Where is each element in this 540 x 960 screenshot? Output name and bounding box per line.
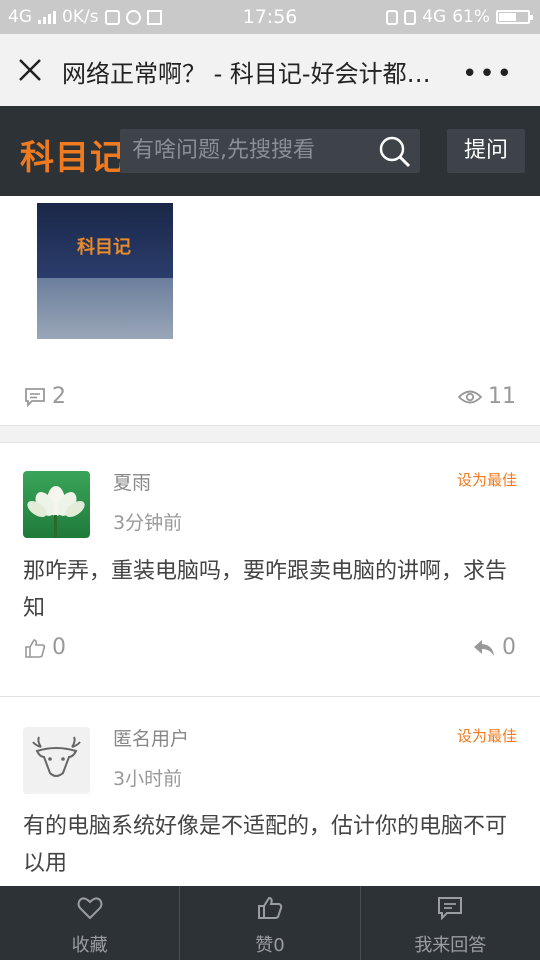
comment-count-value: 2 <box>52 384 66 409</box>
answer-text: 有的电脑系统好像是不适配的，估计你的电脑不可以用 <box>23 814 508 876</box>
reply-icon <box>474 639 494 656</box>
page-title: 网络正常啊？ - 科目记-好会计都… <box>62 60 431 88</box>
view-count-value: 11 <box>488 384 516 409</box>
answer-actions: 0 0 <box>0 635 540 665</box>
like-count: 0 <box>52 635 66 660</box>
network-type-right: 4G <box>422 7 447 27</box>
avatar[interactable] <box>23 471 90 538</box>
answer-username[interactable]: 匿名用户 <box>113 724 189 751</box>
comment-count[interactable]: 2 <box>24 384 66 409</box>
site-logo[interactable]: 科目记 <box>20 130 125 179</box>
deer-icon <box>32 736 81 777</box>
browser-title-bar: 网络正常啊？ - 科目记-好会计都… ••• <box>0 34 540 106</box>
avatar[interactable] <box>23 727 90 794</box>
battery-icon <box>496 10 533 24</box>
image-logo: 科目记 <box>77 237 131 258</box>
more-menu-button[interactable]: ••• <box>462 59 514 89</box>
view-count: 11 <box>458 384 516 409</box>
answer-time: 3分钟前 <box>113 512 183 534</box>
answer-item: 夏雨 3分钟前 设为最佳 那咋弄，重装电脑吗，要咋跟卖电脑的讲啊，求告知 0 0 <box>0 441 540 696</box>
answer-username[interactable]: 夏雨 <box>113 468 151 495</box>
favorite-button[interactable]: 收藏 <box>0 886 181 960</box>
search-icon[interactable] <box>378 135 412 169</box>
like-question-button[interactable]: 赞0 <box>180 886 361 960</box>
ask-question-button[interactable]: 提问 <box>447 129 525 173</box>
favorite-label: 收藏 <box>71 935 108 956</box>
question-image[interactable]: 科目记 <box>37 203 173 339</box>
search-box[interactable] <box>120 129 420 173</box>
close-icon[interactable] <box>16 56 44 84</box>
thumbs-up-icon <box>257 896 283 919</box>
lock-icon <box>386 9 399 25</box>
thumbs-up-icon <box>25 638 46 658</box>
answer-label: 我来回答 <box>414 935 487 956</box>
status-right: 4G 61% <box>386 7 533 27</box>
alarm-icon <box>404 9 417 25</box>
image-screen-bottom <box>37 278 173 339</box>
comment-icon <box>25 387 45 407</box>
status-bar: 4G 0K/s 17:56 4G 61% <box>0 0 540 34</box>
eye-icon <box>458 390 482 403</box>
like-button[interactable]: 0 <box>24 635 66 660</box>
reply-count: 0 <box>502 635 516 660</box>
comment-icon <box>438 897 463 920</box>
site-header: 科目记 提问 <box>0 106 540 196</box>
question-stats: 2 11 <box>0 382 540 414</box>
answer-text: 那咋弄，重装电脑吗，要咋跟卖电脑的讲啊，求告知 <box>23 559 508 621</box>
reply-button[interactable]: 0 <box>472 635 516 660</box>
like-label: 赞0 <box>255 935 285 956</box>
bottom-action-bar: 收藏 赞0 我来回答 <box>0 886 540 960</box>
set-best-button[interactable]: 设为最佳 <box>457 469 517 490</box>
heart-icon <box>77 897 103 920</box>
set-best-button[interactable]: 设为最佳 <box>457 725 517 746</box>
search-input[interactable] <box>132 129 372 173</box>
answer-button[interactable]: 我来回答 <box>361 886 540 960</box>
answer-item: 匿名用户 3小时前 设为最佳 有的电脑系统好像是不适配的，估计你的电脑不可以用 <box>0 697 540 886</box>
answer-time: 3小时前 <box>113 768 183 790</box>
battery-level <box>499 13 517 21</box>
battery-percent: 61% <box>452 7 490 27</box>
lotus-image <box>27 486 85 538</box>
